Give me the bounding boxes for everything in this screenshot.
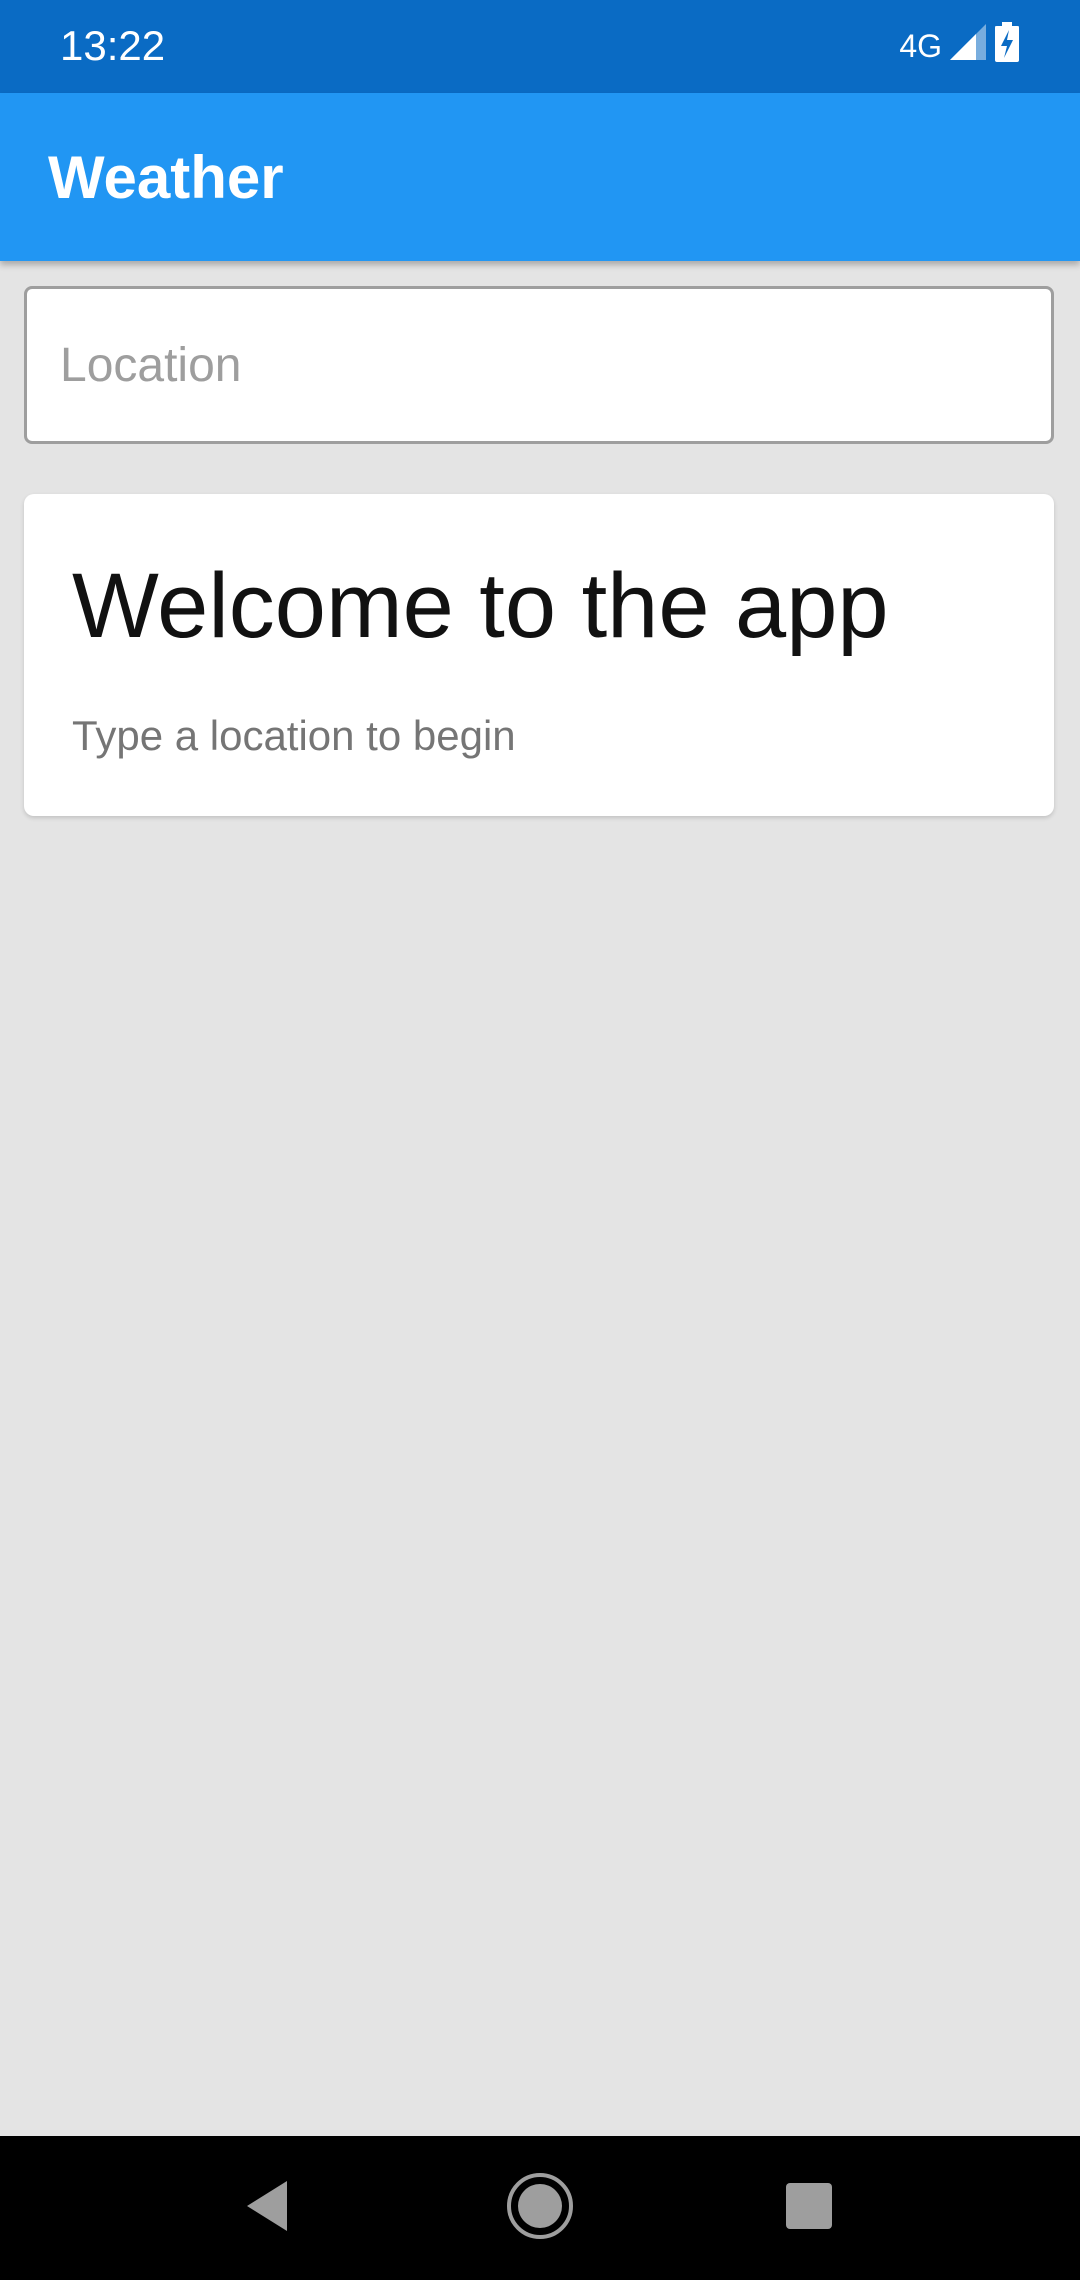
signal-icon: [948, 22, 988, 70]
location-input[interactable]: [27, 289, 1051, 441]
welcome-title: Welcome to the app: [72, 555, 889, 657]
recents-icon: [785, 2182, 833, 2235]
app-title: Weather: [48, 144, 284, 211]
location-field[interactable]: [24, 286, 1054, 444]
back-icon: [243, 2179, 293, 2238]
home-button[interactable]: [460, 2136, 620, 2280]
navigation-bar: [0, 2136, 1080, 2280]
app-bar: Weather: [0, 93, 1080, 261]
status-time: 13:22: [60, 22, 166, 69]
status-icons: 4G: [899, 22, 1020, 70]
welcome-card: Welcome to the app Type a location to be…: [24, 494, 1054, 816]
back-button[interactable]: [188, 2136, 348, 2280]
recents-button[interactable]: [729, 2136, 889, 2280]
home-icon: [505, 2171, 575, 2246]
welcome-subtitle: Type a location to begin: [72, 712, 516, 759]
network-type: 4G: [899, 27, 942, 64]
status-bar: 13:22 4G: [0, 0, 1080, 93]
battery-charging-icon: [994, 22, 1020, 70]
